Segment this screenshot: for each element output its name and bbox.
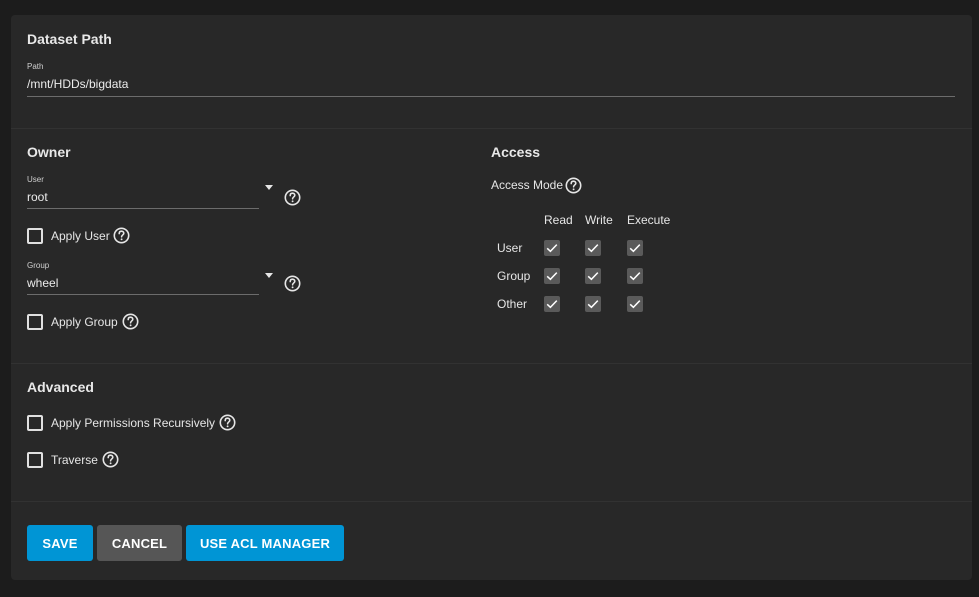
apply-recursively-help-icon[interactable] [219,414,236,431]
user-label: User [27,175,44,184]
row-group-label: Group [497,269,531,283]
apply-user-label: Apply User [51,229,110,243]
user-help-icon[interactable] [284,189,301,206]
group-dropdown-icon[interactable] [265,273,273,278]
row-user-label: User [497,241,523,255]
traverse-label: Traverse [51,453,98,467]
group-select[interactable]: wheel [27,276,58,290]
path-label: Path [27,62,44,71]
divider [11,501,972,502]
dataset-path-title: Dataset Path [27,31,112,47]
apply-group-help-icon[interactable] [122,313,139,330]
access-mode-help-icon[interactable] [565,177,582,194]
apply-group-checkbox[interactable] [27,314,43,330]
cancel-button[interactable]: CANCEL [97,525,182,561]
column-execute: Execute [627,213,671,227]
other-write-checkbox[interactable] [585,296,601,312]
access-mode-label: Access Mode [491,178,564,192]
apply-user-help-icon[interactable] [113,227,130,244]
apply-recursively-checkbox[interactable] [27,415,43,431]
group-read-checkbox[interactable] [544,268,560,284]
access-title: Access [491,144,541,160]
apply-group-label: Apply Group [51,315,118,329]
column-write: Write [585,213,613,227]
traverse-checkbox[interactable] [27,452,43,468]
save-button[interactable]: SAVE [27,525,93,561]
group-execute-checkbox[interactable] [627,268,643,284]
permissions-card: Dataset Path Path /mnt/HDDs/bigdata Owne… [11,15,972,580]
divider [11,363,972,364]
user-dropdown-icon[interactable] [265,185,273,190]
group-underline [27,294,259,295]
apply-recursively-label: Apply Permissions Recursively [51,416,216,430]
traverse-help-icon[interactable] [102,451,119,468]
owner-title: Owner [27,144,71,160]
group-write-checkbox[interactable] [585,268,601,284]
user-read-checkbox[interactable] [544,240,560,256]
advanced-title: Advanced [27,379,94,395]
other-read-checkbox[interactable] [544,296,560,312]
group-help-icon[interactable] [284,275,301,292]
divider [11,128,972,129]
user-execute-checkbox[interactable] [627,240,643,256]
user-select[interactable]: root [27,190,48,204]
use-acl-manager-button[interactable]: USE ACL MANAGER [186,525,344,561]
path-input[interactable]: /mnt/HDDs/bigdata [27,77,128,91]
row-other-label: Other [497,297,528,311]
path-underline [27,96,955,97]
apply-user-checkbox[interactable] [27,228,43,244]
column-read: Read [544,213,573,227]
user-write-checkbox[interactable] [585,240,601,256]
group-label: Group [27,261,50,270]
user-underline [27,208,259,209]
other-execute-checkbox[interactable] [627,296,643,312]
